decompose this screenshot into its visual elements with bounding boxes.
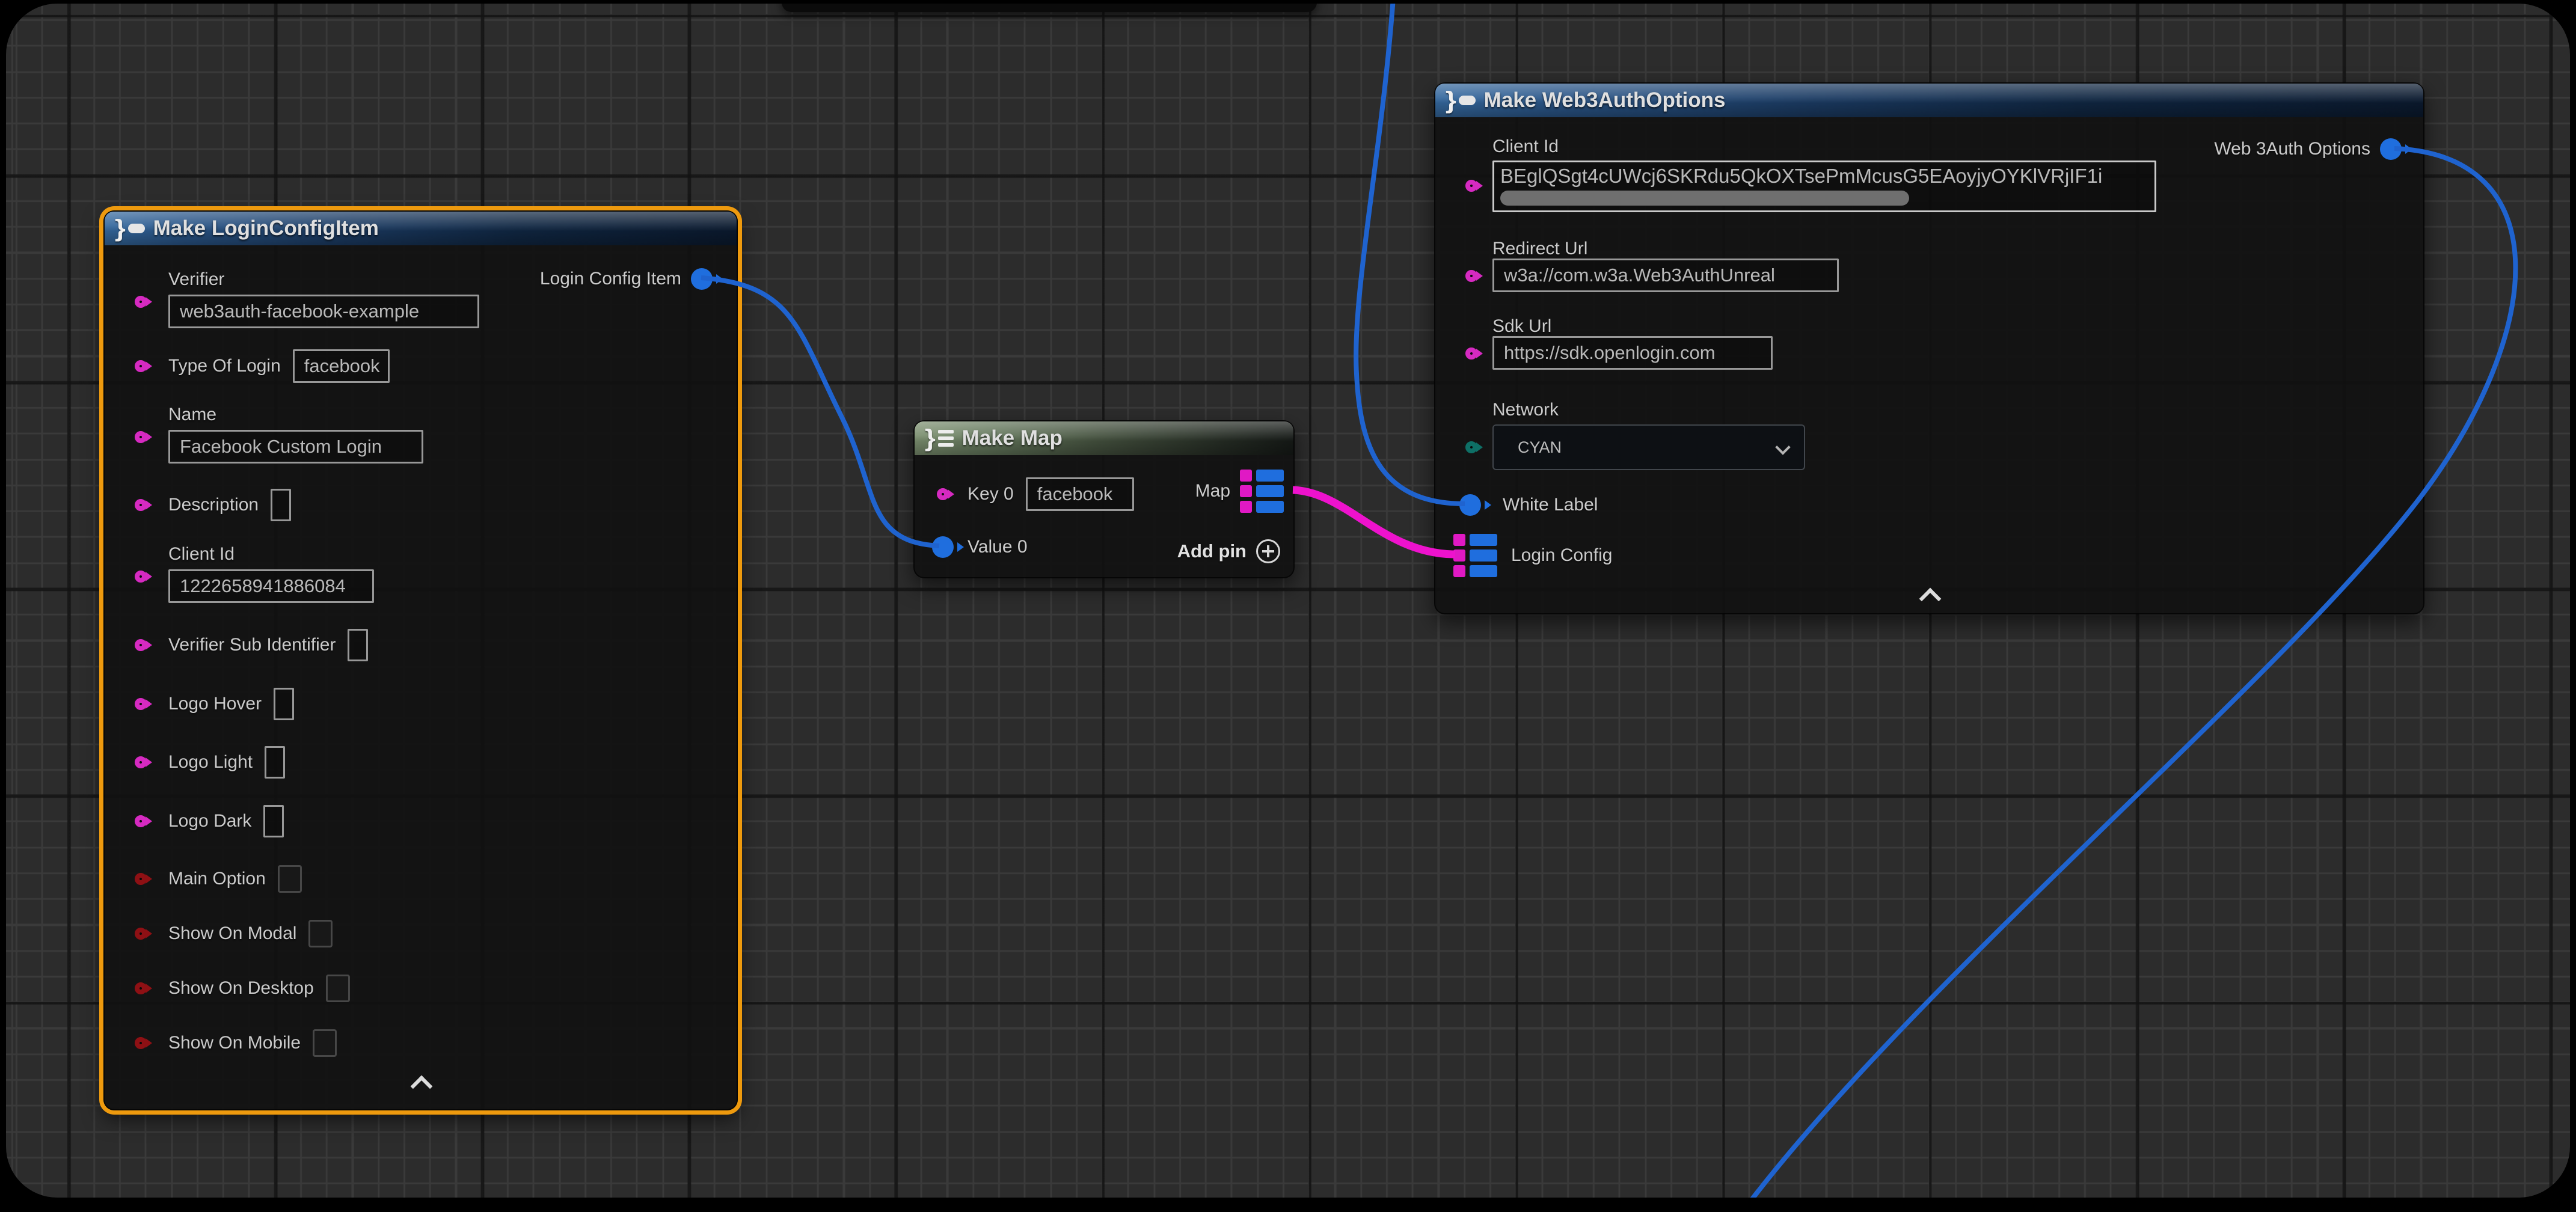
pin-label-redirect-url: Redirect Url [1492, 239, 1587, 259]
client-id-value: BEglQSgt4cUWcj6SKRdu5QkOXTsePmMcusG5EAoy… [1500, 165, 2148, 188]
main-option-checkbox[interactable] [278, 865, 302, 893]
pin-label-white-label: White Label [1503, 495, 1598, 515]
pin-label-show-on-desktop: Show On Desktop [168, 978, 314, 999]
pin-label-logo-dark: Logo Dark [168, 811, 251, 831]
name-field[interactable]: Facebook Custom Login [168, 430, 423, 464]
node-title: Make Map [962, 426, 1063, 450]
pin-type-of-login[interactable] [135, 360, 147, 372]
show-on-modal-checkbox[interactable] [308, 920, 333, 947]
sdk-url-field[interactable]: https://sdk.openlogin.com [1492, 336, 1773, 370]
pin-label-key-0: Key 0 [968, 484, 1014, 504]
pin-label-network: Network [1492, 400, 1559, 420]
pin-verifier-sub-identifier[interactable] [135, 639, 147, 651]
type-of-login-field[interactable]: facebook [293, 349, 390, 383]
pin-label-description: Description [168, 495, 259, 515]
output-label-map: Map [1195, 481, 1230, 501]
pin-logo-hover[interactable] [135, 698, 147, 710]
pin-label-logo-light: Logo Light [168, 752, 253, 773]
node-title: Make Web3AuthOptions [1484, 88, 1726, 112]
pin-web3auth-options-output[interactable] [2380, 138, 2402, 160]
node-title: Make LoginConfigItem [153, 216, 379, 240]
pin-label-value-0: Value 0 [968, 537, 1028, 557]
blueprint-graph-canvas[interactable]: } Make LoginConfigItem Verifier web3auth… [6, 4, 2570, 1198]
pin-white-label[interactable] [1459, 494, 1481, 516]
pin-client-id[interactable] [135, 571, 147, 583]
node-header-make-loginconfigitem[interactable]: } Make LoginConfigItem [105, 212, 737, 245]
pin-show-on-modal[interactable] [135, 928, 147, 940]
output-label-login-config-item: Login Config Item [540, 269, 681, 289]
pin-label-client-id: Client Id [168, 544, 374, 565]
node-header-make-map[interactable]: } Make Map [915, 421, 1293, 455]
pin-main-option[interactable] [135, 873, 147, 885]
pin-label-type-of-login: Type Of Login [168, 356, 281, 376]
logo-dark-field[interactable] [263, 805, 284, 837]
pin-label-logo-hover: Logo Hover [168, 694, 262, 714]
description-field[interactable] [271, 489, 291, 521]
verifier-field[interactable]: web3auth-facebook-example [168, 295, 479, 328]
pin-client-id[interactable] [1465, 180, 1477, 192]
node-header-make-web3authoptions[interactable]: } Make Web3AuthOptions [1435, 84, 2423, 117]
pin-label-name: Name [168, 405, 423, 425]
add-pin-button[interactable]: Add pin [1177, 539, 1280, 563]
pin-label-verifier-sub-identifier: Verifier Sub Identifier [168, 635, 336, 655]
pin-logo-dark[interactable] [135, 815, 147, 827]
pin-label-client-id: Client Id [1492, 136, 1559, 157]
client-id-scrollbar[interactable] [1500, 191, 1909, 206]
show-on-desktop-checkbox[interactable] [326, 975, 350, 1002]
pin-sdk-url[interactable] [1465, 347, 1477, 360]
pin-map-output[interactable] [1240, 470, 1284, 513]
pin-key-0[interactable] [937, 488, 949, 500]
logo-hover-field[interactable] [274, 688, 294, 720]
pin-label-main-option: Main Option [168, 869, 266, 889]
pin-logo-light[interactable] [135, 756, 147, 768]
pin-label-verifier: Verifier [168, 269, 479, 290]
wire-map-to-loginconfig[interactable] [1293, 490, 1455, 554]
network-selected-value: CYAN [1518, 438, 1562, 457]
pin-label-login-config: Login Config [1511, 545, 1612, 566]
pin-value-0[interactable] [932, 536, 954, 558]
make-map-icon: } [925, 426, 954, 450]
add-pin-label: Add pin [1177, 540, 1247, 562]
pin-login-config[interactable] [1453, 534, 1497, 577]
make-struct-icon: } [115, 216, 145, 240]
node-make-loginconfigitem[interactable]: } Make LoginConfigItem Verifier web3auth… [103, 210, 738, 1110]
pin-show-on-desktop[interactable] [135, 982, 147, 994]
collapse-node-chevron-icon[interactable] [1919, 588, 1942, 610]
verifier-sub-identifier-field[interactable] [348, 629, 368, 661]
node-make-map[interactable]: } Make Map Key 0 facebook Map Value 0 Ad… [913, 420, 1295, 578]
node-make-web3authoptions[interactable]: } Make Web3AuthOptions Web 3Auth Options… [1434, 82, 2424, 614]
pin-label-sdk-url: Sdk Url [1492, 316, 1551, 337]
pin-login-config-item-output[interactable] [691, 268, 713, 290]
offscreen-node-bottom-edge[interactable] [782, 4, 1317, 12]
output-label-web3auth-options: Web 3Auth Options [2214, 139, 2370, 159]
pin-description[interactable] [135, 499, 147, 511]
network-dropdown[interactable]: CYAN [1492, 424, 1805, 470]
pin-label-show-on-mobile: Show On Mobile [168, 1033, 301, 1053]
pin-label-show-on-modal: Show On Modal [168, 923, 296, 944]
pin-name[interactable] [135, 431, 147, 443]
client-id-field[interactable]: BEglQSgt4cUWcj6SKRdu5QkOXTsePmMcusG5EAoy… [1492, 161, 2156, 212]
collapse-node-chevron-icon[interactable] [411, 1076, 433, 1098]
pin-redirect-url[interactable] [1465, 270, 1477, 282]
dropdown-chevron-icon [1775, 439, 1790, 454]
show-on-mobile-checkbox[interactable] [313, 1029, 337, 1057]
logo-light-field[interactable] [265, 746, 285, 779]
client-id-field[interactable]: 1222658941886084 [168, 569, 374, 603]
key-0-field[interactable]: facebook [1026, 477, 1134, 511]
pin-verifier[interactable] [135, 296, 147, 308]
pin-show-on-mobile[interactable] [135, 1037, 147, 1049]
redirect-url-field[interactable]: w3a://com.w3a.Web3AuthUnreal [1492, 259, 1839, 292]
add-pin-plus-icon [1256, 539, 1280, 563]
pin-network[interactable] [1465, 441, 1477, 453]
make-struct-icon: } [1446, 88, 1476, 112]
